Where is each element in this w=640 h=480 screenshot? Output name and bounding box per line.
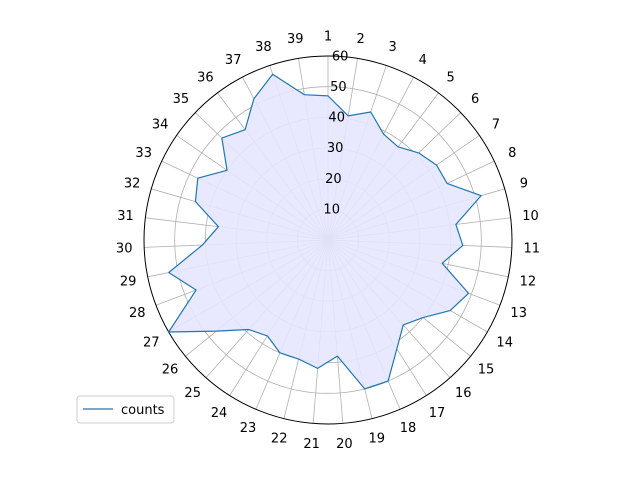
angular-tick-label: 25 [184,386,201,401]
angular-tick-label: 11 [524,242,541,257]
angular-tick-label: 20 [336,437,353,452]
angular-tick-label: 18 [400,421,417,436]
radial-tick-label: 40 [328,111,345,126]
angular-tick-label: 24 [211,406,228,421]
radial-tick-label: 10 [323,202,340,217]
angular-tick-label: 27 [143,336,160,351]
angular-tick-label: 36 [197,70,214,85]
angular-tick-label: 39 [287,32,304,47]
angular-tick-label: 35 [173,92,190,107]
radial-tick-label: 60 [332,49,349,64]
angular-tick-label: 17 [429,406,446,421]
angular-tick-label: 12 [520,274,537,289]
angular-tick-label: 19 [369,432,386,447]
radial-tick-label: 50 [330,80,347,95]
angular-tick-label: 15 [478,363,495,378]
angular-tick-label: 3 [388,40,396,55]
angular-tick-label: 13 [510,306,527,321]
angular-tick-label: 26 [162,363,179,378]
angular-tick-label: 34 [152,118,169,133]
radial-tick-label: 30 [327,141,344,156]
series-fill-area [168,74,482,389]
angular-tick-label: 30 [116,242,133,257]
radial-tick-label: 20 [325,172,342,187]
angular-tick-label: 6 [471,92,479,107]
angular-tick-label: 9 [520,177,528,192]
angular-tick-label: 14 [496,336,513,351]
radar-chart: 102030405060 1 23456789101112131415161718… [76,30,541,452]
angular-tick-label: 8 [508,146,516,161]
angular-tick-label: 28 [129,306,146,321]
angular-tick-label: 4 [419,53,427,68]
angular-tick-label: 29 [120,274,137,289]
angular-tick-label: 21 [303,437,320,452]
angular-tick-label: 23 [240,421,257,436]
angular-tick-label: 32 [124,177,141,192]
angular-tick-label: 38 [255,40,272,55]
angular-tick-label: 31 [117,209,134,224]
series-fill [168,74,482,389]
angular-tick-label: 7 [492,118,500,133]
legend-label: counts [121,403,165,418]
angular-tick-label: 16 [455,386,472,401]
angular-tick-label: 22 [271,432,288,447]
angular-tick-label: 33 [135,146,152,161]
angular-tick-label: 5 [446,70,454,85]
angular-tick-label: 10 [522,209,539,224]
angular-tick-label: 1 [324,30,332,45]
angular-tick-label: 37 [225,53,242,68]
angular-tick-label: 2 [357,32,365,47]
legend: counts [76,395,175,424]
